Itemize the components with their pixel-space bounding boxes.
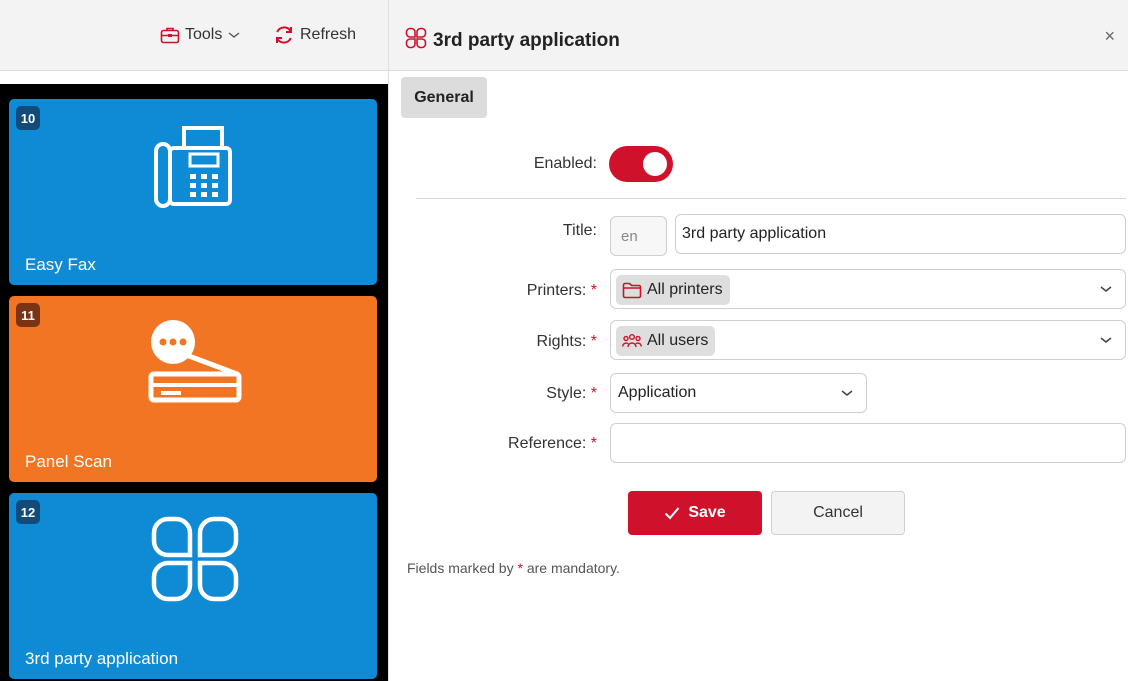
tools-label: Tools bbox=[185, 26, 223, 43]
tile-list-panel: Tools Refresh 10 Easy Fax 11 Panel Scan … bbox=[0, 0, 388, 681]
cancel-button[interactable]: Cancel bbox=[771, 491, 905, 535]
printers-label: Printers: * bbox=[526, 282, 597, 299]
refresh-icon bbox=[276, 26, 292, 44]
users-icon bbox=[622, 334, 642, 348]
divider bbox=[416, 198, 1126, 199]
toggle-knob bbox=[643, 152, 667, 176]
tile-grid: 10 Easy Fax 11 Panel Scan 12 3rd party a… bbox=[0, 84, 388, 681]
dialog-title: 3rd party application bbox=[433, 30, 620, 51]
tile-number-badge: 12 bbox=[16, 500, 40, 524]
rights-select[interactable]: All users bbox=[610, 320, 1126, 360]
fax-icon bbox=[154, 126, 232, 208]
required-mark: * bbox=[590, 282, 597, 299]
style-value: Application bbox=[618, 384, 697, 401]
required-mark: * bbox=[590, 333, 597, 350]
tab-general[interactable]: General bbox=[401, 77, 487, 118]
chevron-down-icon bbox=[228, 32, 240, 38]
folder-icon bbox=[622, 282, 642, 298]
tile-label: Panel Scan bbox=[25, 452, 112, 471]
apps-grid-icon bbox=[151, 516, 239, 602]
tile-toolbar: Tools Refresh bbox=[0, 0, 388, 71]
tile-editor-dialog: 3rd party application × General Enabled:… bbox=[388, 0, 1128, 681]
chevron-down-icon bbox=[1100, 337, 1112, 343]
tile-easy-fax[interactable]: 10 Easy Fax bbox=[9, 99, 377, 285]
title-input[interactable]: 3rd party application bbox=[675, 214, 1126, 254]
rights-chip-label: All users bbox=[647, 332, 709, 349]
scanner-icon bbox=[148, 320, 242, 403]
rights-label: Rights: * bbox=[536, 333, 597, 350]
checkmark-icon bbox=[665, 507, 680, 520]
language-code: en bbox=[610, 216, 667, 256]
style-label: Style: * bbox=[546, 385, 597, 402]
style-select[interactable]: Application bbox=[610, 373, 867, 413]
tile-number-badge: 10 bbox=[16, 106, 40, 130]
apps-grid-icon bbox=[405, 27, 427, 49]
reference-label: Reference: * bbox=[508, 435, 597, 452]
printer-chip[interactable]: All printers bbox=[616, 275, 730, 305]
chevron-down-icon bbox=[1100, 286, 1112, 292]
reference-input[interactable] bbox=[610, 423, 1126, 463]
save-button[interactable]: Save bbox=[628, 491, 762, 535]
tile-number-badge: 11 bbox=[16, 303, 40, 327]
chevron-down-icon bbox=[841, 390, 853, 396]
tile-3rd-party-application[interactable]: 12 3rd party application bbox=[9, 493, 377, 679]
save-label: Save bbox=[688, 504, 726, 521]
tile-label: 3rd party application bbox=[25, 649, 179, 668]
refresh-button[interactable]: Refresh bbox=[273, 22, 356, 48]
enabled-label: Enabled: bbox=[533, 155, 597, 172]
toolbox-icon bbox=[160, 27, 180, 44]
mandatory-note: Fields marked by * are mandatory. bbox=[407, 560, 620, 576]
refresh-label: Refresh bbox=[300, 26, 357, 43]
dialog-header: 3rd party application × bbox=[389, 0, 1128, 71]
required-mark: * bbox=[590, 385, 597, 402]
required-mark: * bbox=[590, 435, 597, 452]
tools-button[interactable]: Tools bbox=[160, 22, 246, 48]
close-icon[interactable]: × bbox=[1104, 26, 1115, 47]
title-label: Title: bbox=[562, 222, 597, 239]
printer-chip-label: All printers bbox=[647, 281, 723, 298]
enabled-toggle[interactable] bbox=[609, 146, 673, 182]
rights-chip[interactable]: All users bbox=[616, 326, 716, 356]
tile-label: Easy Fax bbox=[25, 255, 96, 274]
tile-panel-scan[interactable]: 11 Panel Scan bbox=[9, 296, 377, 482]
printers-select[interactable]: All printers bbox=[610, 269, 1126, 309]
